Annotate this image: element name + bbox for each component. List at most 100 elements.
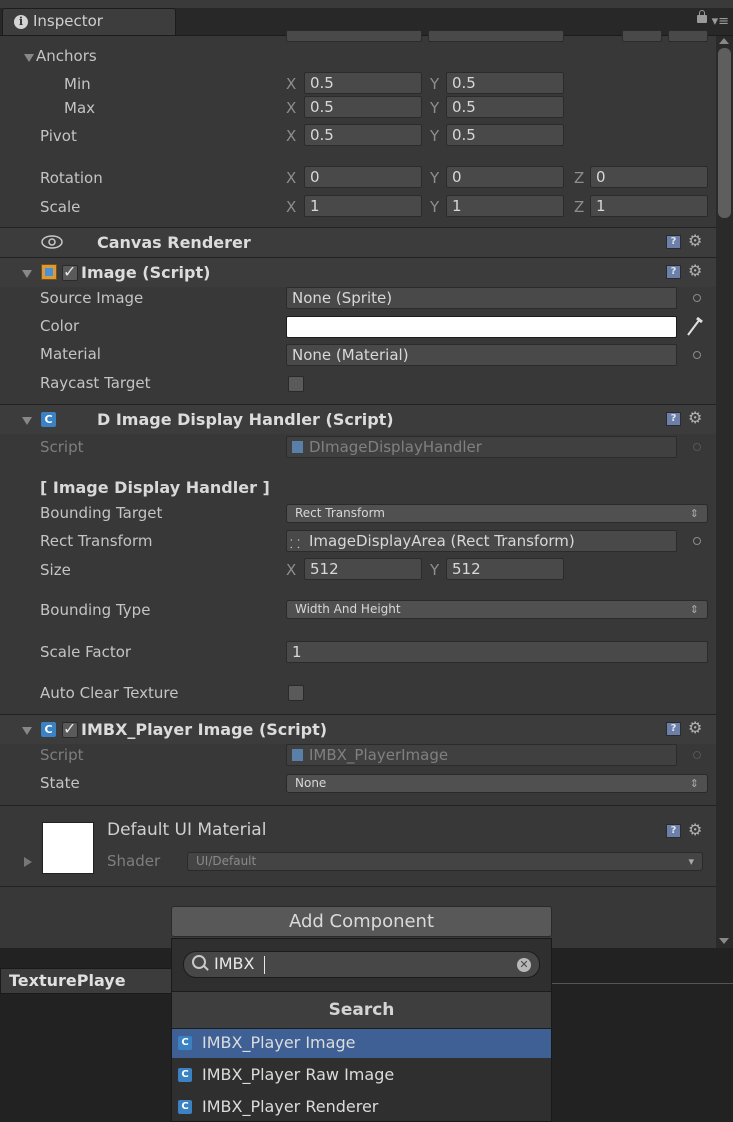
- top-strip: [0, 0, 733, 8]
- rect-transform-icon: ⸬: [290, 537, 300, 551]
- scroll-down-icon[interactable]: [719, 938, 729, 944]
- material-field[interactable]: None (Material): [286, 344, 677, 366]
- anchors-fold-icon[interactable]: [24, 54, 34, 62]
- lock-icon[interactable]: [697, 10, 707, 23]
- add-component-label: Add Component: [288, 911, 435, 932]
- auto-clear-checkbox[interactable]: [288, 685, 304, 701]
- scroll-up-icon[interactable]: [719, 38, 729, 44]
- image-component-header[interactable]: Image (Script) ? ⚙: [0, 257, 716, 287]
- color-label: Color: [40, 317, 80, 335]
- state-value: None: [295, 776, 327, 790]
- auto-clear-label: Auto Clear Texture: [40, 684, 179, 702]
- anchor-max-y-field[interactable]: 0.5: [446, 96, 564, 118]
- canvas-renderer-header[interactable]: Canvas Renderer ? ⚙: [0, 227, 716, 257]
- result-item[interactable]: C IMBX_Player Renderer: [172, 1093, 551, 1122]
- size-label: Size: [40, 561, 71, 579]
- gear-icon[interactable]: ⚙: [688, 231, 702, 250]
- add-component-button[interactable]: Add Component: [171, 906, 552, 937]
- help-icon[interactable]: ?: [666, 412, 681, 426]
- csharp-script-icon: C: [41, 722, 56, 737]
- result-item[interactable]: C IMBX_Player Image: [172, 1029, 551, 1058]
- anchor-max-x-field[interactable]: 0.5: [304, 96, 422, 118]
- axis-y-label: Y: [430, 561, 440, 579]
- help-icon[interactable]: ?: [666, 722, 681, 736]
- source-image-field[interactable]: None (Sprite): [286, 287, 677, 309]
- bounding-target-label: Bounding Target: [40, 504, 163, 522]
- rotation-y-field[interactable]: 0: [446, 166, 564, 188]
- help-icon[interactable]: ?: [666, 824, 681, 838]
- axis-y-label: Y: [430, 99, 440, 117]
- shader-dropdown: UI/Default ▾: [187, 852, 703, 871]
- rotation-x-field[interactable]: 0: [304, 166, 422, 188]
- info-icon: i: [14, 15, 28, 29]
- script-file-icon: [292, 441, 303, 453]
- clear-search-icon[interactable]: ✕: [517, 958, 531, 972]
- gear-icon[interactable]: ⚙: [688, 820, 702, 839]
- raycast-target-checkbox[interactable]: [288, 376, 304, 392]
- bounding-target-value: Rect Transform: [295, 506, 385, 520]
- scale-y-field[interactable]: 1: [446, 195, 564, 217]
- size-y-field[interactable]: 512: [446, 558, 564, 580]
- anchor-min-x-field[interactable]: 0.5: [304, 72, 422, 94]
- bottom-tab[interactable]: TexturePlaye: [0, 968, 180, 994]
- bounding-type-dropdown[interactable]: Width And Height ⇕: [286, 600, 708, 619]
- divider: [0, 805, 716, 806]
- size-x-field[interactable]: 512: [304, 558, 422, 580]
- color-field[interactable]: [286, 316, 677, 338]
- rect-transform-label: Rect Transform: [40, 532, 153, 550]
- bounding-target-dropdown[interactable]: Rect Transform ⇕: [286, 504, 708, 523]
- help-icon[interactable]: ?: [666, 235, 681, 249]
- result-item[interactable]: C IMBX_Player Raw Image: [172, 1061, 551, 1090]
- pivot-y-field[interactable]: 0.5: [446, 124, 564, 146]
- object-picker-icon[interactable]: [693, 294, 701, 302]
- axis-x-label: X: [286, 169, 297, 187]
- scale-factor-field[interactable]: 1: [286, 641, 708, 663]
- axis-x-label: X: [286, 127, 297, 145]
- state-dropdown[interactable]: None ⇕: [286, 774, 708, 793]
- axis-x-label: X: [286, 561, 297, 579]
- anchor-min-y-field[interactable]: 0.5: [446, 72, 564, 94]
- source-image-label: Source Image: [40, 289, 144, 307]
- cut-off-field: [622, 30, 662, 42]
- eye-icon: [41, 235, 63, 249]
- script-field: IMBX_PlayerImage: [286, 744, 677, 766]
- bounding-type-label: Bounding Type: [40, 601, 151, 619]
- d-image-handler-header[interactable]: C D Image Display Handler (Script) ? ⚙: [0, 404, 716, 434]
- object-picker-icon[interactable]: [693, 351, 701, 359]
- component-search-input[interactable]: IMBX ✕: [183, 951, 540, 978]
- material-fold-icon[interactable]: [24, 857, 32, 867]
- rect-transform-field[interactable]: ImageDisplayArea (Rect Transform): [286, 530, 677, 552]
- axis-x-label: X: [286, 198, 297, 216]
- pivot-x-field[interactable]: 0.5: [304, 124, 422, 146]
- csharp-script-icon: C: [178, 1036, 192, 1050]
- gear-icon[interactable]: ⚙: [688, 261, 702, 280]
- gear-icon[interactable]: ⚙: [688, 718, 702, 737]
- canvas-renderer-title: Canvas Renderer: [97, 233, 251, 252]
- axis-y-label: Y: [430, 198, 440, 216]
- tab-inspector[interactable]: i Inspector: [2, 8, 176, 35]
- gear-icon[interactable]: ⚙: [688, 408, 702, 427]
- fold-icon[interactable]: [22, 417, 32, 425]
- bottom-tab-title: TexturePlaye: [9, 971, 126, 990]
- object-picker-icon[interactable]: [693, 537, 701, 545]
- imbx-player-image-header[interactable]: C IMBX_Player Image (Script) ? ⚙: [0, 714, 716, 744]
- image-component-icon: [41, 264, 57, 280]
- cut-off-field: [668, 30, 708, 42]
- tab-menu-icon[interactable]: ▾≡: [712, 14, 729, 29]
- eyedropper-icon[interactable]: [685, 315, 703, 337]
- rotation-z-field[interactable]: 0: [590, 166, 708, 188]
- scale-label: Scale: [40, 198, 81, 216]
- search-results-header: Search: [172, 991, 551, 1029]
- scrollbar-thumb[interactable]: [718, 48, 731, 218]
- d-image-handler-title: D Image Display Handler (Script): [97, 410, 394, 429]
- anchor-max-label: Max: [64, 99, 96, 117]
- scale-z-field[interactable]: 1: [590, 195, 708, 217]
- scale-x-field[interactable]: 1: [304, 195, 422, 217]
- image-enabled-checkbox[interactable]: [62, 262, 78, 281]
- help-icon[interactable]: ?: [666, 265, 681, 279]
- imbx-enabled-checkbox[interactable]: [62, 719, 78, 738]
- pivot-label: Pivot: [40, 127, 77, 145]
- fold-icon[interactable]: [22, 727, 32, 735]
- script-label: Script: [40, 746, 84, 764]
- fold-icon[interactable]: [22, 270, 32, 278]
